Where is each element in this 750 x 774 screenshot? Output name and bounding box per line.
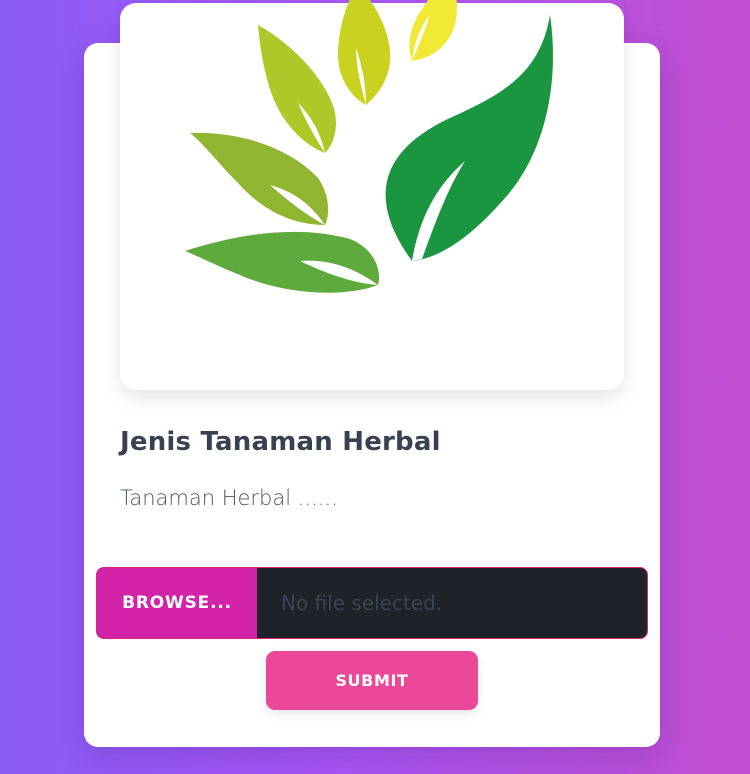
card-description: Tanaman Herbal ...... xyxy=(120,486,338,510)
file-status-text: No file selected. xyxy=(281,591,443,615)
card-title: Jenis Tanaman Herbal xyxy=(120,427,441,457)
submit-button[interactable]: SUBMIT xyxy=(266,651,478,710)
herbal-leaves-logo xyxy=(185,0,553,293)
product-card: Jenis Tanaman Herbal Tanaman Herbal ....… xyxy=(84,0,660,747)
leaf-yellow-green xyxy=(258,25,336,153)
leaf-yellow xyxy=(409,0,457,61)
file-upload-field[interactable]: BROWSE... No file selected. xyxy=(96,567,648,639)
leaf-green-bottom xyxy=(185,231,380,293)
herbal-image xyxy=(120,0,624,390)
browse-button[interactable]: BROWSE... xyxy=(97,568,257,638)
